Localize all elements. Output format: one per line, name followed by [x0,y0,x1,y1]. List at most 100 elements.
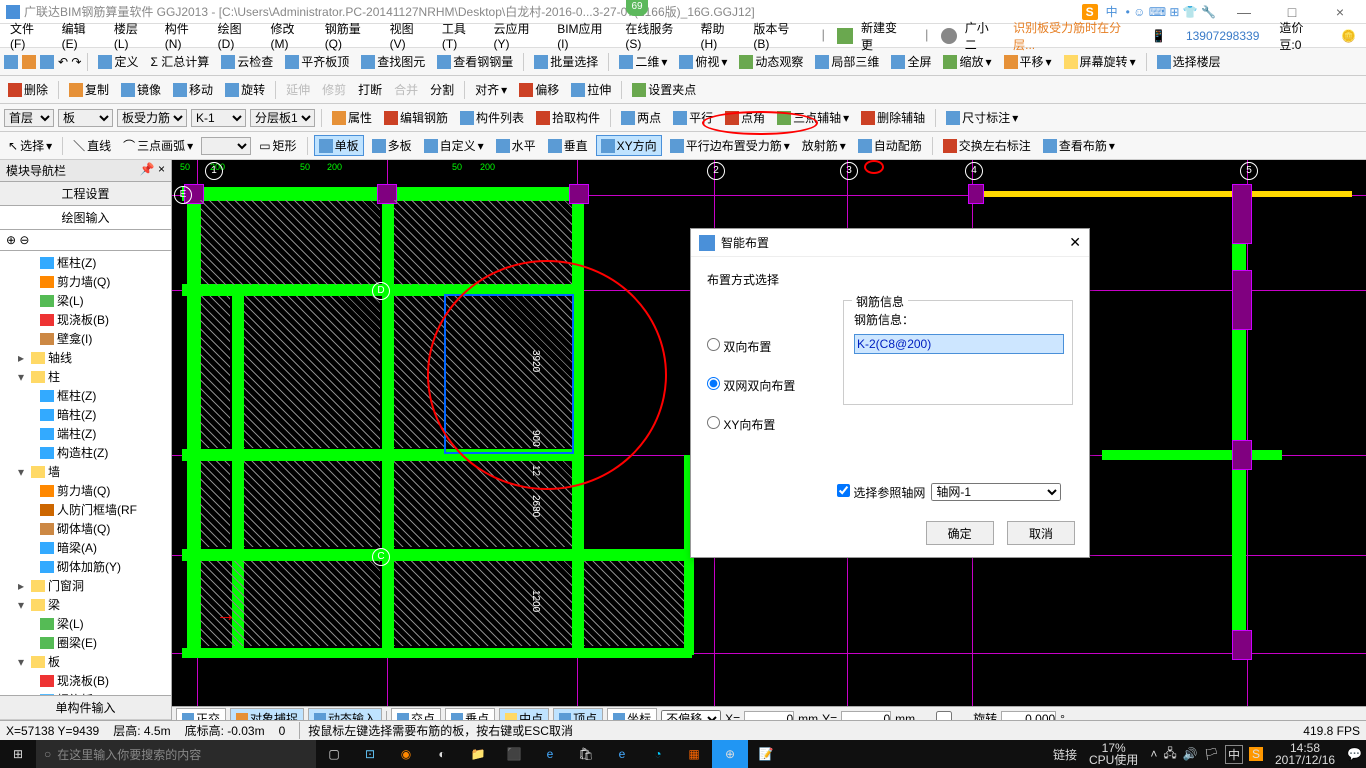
member-tree[interactable]: 框柱(Z)剪力墙(Q)梁(L)现浇板(B)壁龛(I)▸轴线▾柱框柱(Z)暗柱(Z… [0,251,171,695]
tab-draw-input[interactable]: 绘图输入 [0,206,171,230]
start-button[interactable]: ⊞ [0,740,36,768]
move-button[interactable]: 移动 [169,81,217,98]
tree-node[interactable]: 现浇板(B) [4,310,171,329]
delete-axis-button[interactable]: 删除辅轴 [857,109,929,126]
rebar-info-input[interactable] [854,334,1064,354]
tree-node[interactable]: 人防门框墙(RF [4,500,171,519]
menu-cloud[interactable]: 云应用(Y) [487,18,549,53]
subtype-select[interactable]: 板受力筋 [117,109,187,127]
xy-button[interactable]: XY方向 [596,135,662,156]
align-top-button[interactable]: 平齐板顶 [281,53,353,70]
batch-select-button[interactable]: 批量选择 [530,53,602,70]
new-icon[interactable] [4,55,18,69]
tab-single-input[interactable]: 单构件输入 [0,696,171,720]
align-button[interactable]: 对齐 ▾ [471,81,511,98]
line-button[interactable]: ＼直线 [69,137,115,154]
tree-node[interactable]: ▾板 [4,652,171,671]
cancel-button[interactable]: 取消 [1007,521,1075,545]
taskbar-search[interactable]: ○在这里输入你要搜索的内容 [36,740,316,768]
tree-node[interactable]: 梁(L) [4,291,171,310]
three-point-axis-button[interactable]: 三点辅轴 ▾ [773,109,853,126]
edit-rebar-button[interactable]: 编辑钢筋 [380,109,452,126]
store-icon[interactable]: 🛍 [568,740,604,768]
view-rebar-layout-button[interactable]: 查看布筋 ▾ [1039,137,1119,154]
break-button[interactable]: 打断 [354,81,386,98]
tree-node[interactable]: 现浇板(B) [4,671,171,690]
multi-slab-button[interactable]: 多板 [368,137,416,154]
selected-slab[interactable] [444,294,574,454]
save-icon[interactable] [40,55,54,69]
select-button[interactable]: ↖选择 ▾ [4,137,56,154]
menu-online[interactable]: 在线服务(S) [619,18,692,53]
tree-node[interactable]: 端柱(Z) [4,424,171,443]
name-select[interactable]: K-1 [191,109,246,127]
select-floor-button[interactable]: 选择楼层 [1153,53,1225,70]
axis-checkbox[interactable]: 选择参照轴网 [837,484,925,501]
screen-rotate-button[interactable]: 屏幕旋转 ▾ [1060,53,1140,70]
tree-node[interactable]: ▾柱 [4,367,171,386]
mirror-button[interactable]: 镜像 [117,81,165,98]
app-2-icon[interactable]: ◉ [388,740,424,768]
vert-button[interactable]: 垂直 [544,137,592,154]
2d-button[interactable]: 二维 ▾ [615,53,671,70]
menu-help[interactable]: 帮助(H) [695,18,746,53]
new-change[interactable]: 新建变更 [855,17,913,55]
tray-up-icon[interactable]: ˄ [1150,747,1157,761]
tree-node[interactable]: 砌体墙(Q) [4,519,171,538]
tree-node[interactable]: 壁龛(I) [4,329,171,348]
auto-rebar-button[interactable]: 自动配筋 [854,137,926,154]
tree-node[interactable]: 构造柱(Z) [4,443,171,462]
tree-node[interactable]: 砌体加筋(Y) [4,557,171,576]
app-5-icon[interactable]: ⬛ [496,740,532,768]
ie-icon[interactable]: e [604,740,640,768]
app-7-icon[interactable]: ▦ [676,740,712,768]
tray-notif-icon[interactable]: 💬 [1347,747,1362,761]
dimension-button[interactable]: 尺寸标注 ▾ [942,109,1022,126]
grip-button[interactable]: 设置夹点 [628,81,700,98]
tray-vol-icon[interactable]: 🔊 [1183,747,1198,761]
swap-label-button[interactable]: 交换左右标注 [939,137,1035,154]
cloud-check-button[interactable]: 云检查 [217,53,277,70]
calc-button[interactable]: Σ 汇总计算 [146,53,213,70]
ltype-select[interactable] [201,137,251,155]
app-9-icon[interactable]: 📝 [748,740,784,768]
menu-floor[interactable]: 楼层(L) [108,18,157,53]
tree-node[interactable]: 剪力墙(Q) [4,272,171,291]
member-list-button[interactable]: 构件列表 [456,109,528,126]
tree-node[interactable]: ▾墙 [4,462,171,481]
dialog-close-button[interactable]: ✕ [1069,234,1081,251]
type-select[interactable]: 板 [58,109,113,127]
tree-node[interactable]: 剪力墙(Q) [4,481,171,500]
radial-button[interactable]: 放射筋 ▾ [798,137,850,154]
phone-number[interactable]: 13907298339 [1180,27,1265,45]
horiz-button[interactable]: 水平 [492,137,540,154]
collapse-icon[interactable]: ⊖ [19,233,29,247]
top-view-button[interactable]: 俯视 ▾ [675,53,731,70]
edge-icon[interactable]: e [532,740,568,768]
tree-node[interactable]: 梁(L) [4,614,171,633]
tray-clock[interactable]: 14:582017/12/16 [1269,742,1341,766]
parallel-button[interactable]: 平行 [669,109,717,126]
rotate-button[interactable]: 旋转 [221,81,269,98]
tray-net-icon[interactable]: 🖧 [1163,744,1176,765]
fullscreen-button[interactable]: 全屏 [887,53,935,70]
parallel-edge-button[interactable]: 平行边布置受力筋 ▾ [666,137,794,154]
menu-edit[interactable]: 编辑(E) [56,18,106,53]
menu-rebar[interactable]: 钢筋量(Q) [319,18,382,53]
tray-sogou-icon[interactable]: S [1249,747,1263,761]
app-6-icon[interactable]: ◔ [640,740,676,768]
stretch-button[interactable]: 拉伸 [567,81,615,98]
define-button[interactable]: 定义 [94,53,142,70]
expand-icon[interactable]: ⊕ [6,233,16,247]
menu-view[interactable]: 视图(V) [384,18,434,53]
arc-button[interactable]: ⌒三点画弧 ▾ [119,137,197,154]
tree-node[interactable]: 暗柱(Z) [4,405,171,424]
user-name[interactable]: 广小二 [959,17,1005,55]
local-3d-button[interactable]: 局部三维 [811,53,883,70]
axis-select[interactable]: 轴网-1 [931,483,1061,501]
tree-node[interactable]: 圈梁(E) [4,633,171,652]
delete-button[interactable]: 删除 [4,81,52,98]
tray-flag-icon[interactable]: 🏳 [1204,747,1219,761]
menu-bim[interactable]: BIM应用(I) [551,18,617,53]
menu-file[interactable]: 文件(F) [4,18,54,53]
